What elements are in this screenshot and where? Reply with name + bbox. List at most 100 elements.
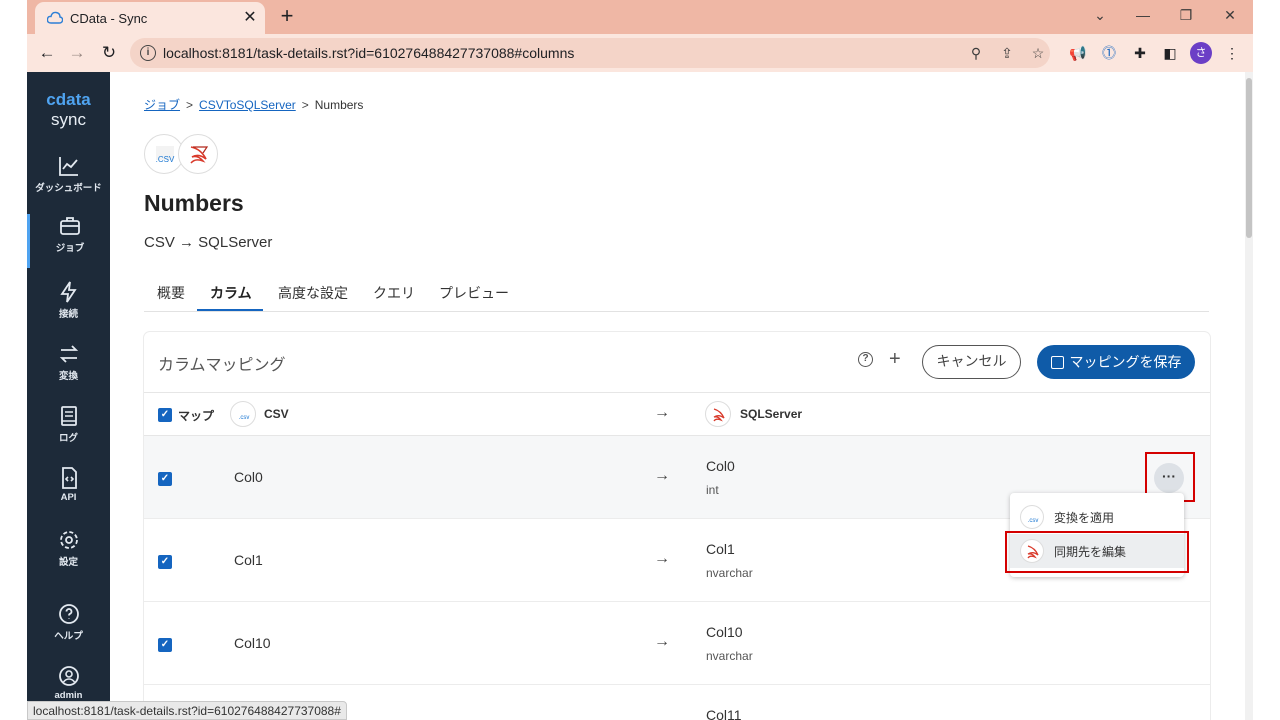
browser-tab[interactable]: CData - Sync ✕ (35, 2, 265, 34)
zoom-icon[interactable]: ⚲ (965, 43, 987, 63)
breadcrumb-jobs-link[interactable]: ジョブ (144, 98, 180, 112)
sidebar-item-settings[interactable]: 設定 (27, 528, 110, 586)
user-icon (58, 666, 79, 686)
sidebar-item-transform[interactable]: 変換 (27, 342, 110, 400)
megaphone-icon[interactable]: 📢 (1067, 43, 1089, 63)
dest-type: int (706, 483, 719, 497)
help-icon[interactable]: ? (858, 352, 873, 367)
dest-column: Col1 (706, 541, 735, 557)
dest-header: SQLServer (740, 407, 803, 421)
password-icon[interactable]: ⓵ (1098, 43, 1120, 63)
sidebar-item-label: ジョブ (55, 243, 85, 254)
page-subtitle: CSV → SQLServer (144, 234, 273, 251)
sidebar-item-jobs[interactable]: ジョブ (27, 214, 110, 268)
briefcase-icon (60, 217, 80, 235)
forward-icon[interactable]: → (65, 41, 89, 65)
svg-text:.CSV: .CSV (156, 155, 175, 164)
new-tab-button[interactable]: + (275, 4, 299, 28)
page-tabs: 概要 カラム 高度な設定 クエリ プレビュー (144, 272, 1209, 312)
breadcrumb-job-link[interactable]: CSVToSQLServer (199, 98, 296, 112)
dest-type: nvarchar (706, 566, 753, 580)
source-header: CSV (264, 407, 289, 421)
back-icon[interactable]: ← (35, 41, 59, 65)
svg-text:.csv: .csv (1028, 518, 1039, 524)
address-bar[interactable]: i localhost:8181/task-details.rst?id=610… (130, 38, 1050, 68)
share-icon[interactable]: ⇪ (996, 43, 1018, 63)
sidebar-item-connections[interactable]: 接続 (27, 280, 110, 338)
dest-column: Col0 (706, 458, 735, 474)
url-text[interactable]: localhost:8181/task-details.rst?id=61027… (163, 45, 574, 61)
sidebar-item-logs[interactable]: ログ (27, 404, 110, 462)
profile-avatar[interactable]: さ (1190, 42, 1212, 64)
tab-query[interactable]: クエリ (373, 283, 415, 303)
tab-columns[interactable]: カラム (210, 283, 252, 303)
tab-close-icon[interactable]: ✕ (240, 8, 260, 28)
menu-item-label: 変換を適用 (1054, 511, 1115, 525)
save-icon (1050, 356, 1064, 369)
map-header: マップ (178, 409, 215, 423)
reload-icon[interactable]: ↻ (97, 41, 121, 65)
puzzle-icon[interactable]: ✚ (1129, 43, 1151, 63)
dest-column: Col11 (706, 707, 742, 720)
sidebar-item-label: 設定 (58, 557, 78, 568)
row-arrow-icon: → (654, 467, 670, 484)
save-label: マッピングを保存 (1069, 354, 1182, 370)
cancel-button[interactable]: キャンセル (922, 345, 1021, 379)
kebab-icon[interactable]: ⋮ (1221, 43, 1243, 63)
highlight-box-edit-destination (1005, 531, 1189, 573)
tab-strip: CData - Sync ✕ + ⌄ — ❐ ✕ (27, 0, 1253, 34)
tab-advanced[interactable]: 高度な設定 (278, 283, 348, 303)
svg-text:.csv: .csv (239, 415, 250, 421)
tab-title: CData - Sync (70, 11, 148, 26)
save-mapping-button[interactable]: マッピングを保存 (1037, 345, 1195, 379)
row-checkbox[interactable]: ✓ (158, 638, 172, 652)
sidebar-item-dashboard[interactable]: ダッシュボード (27, 154, 110, 212)
bolt-icon (59, 281, 77, 303)
page-title: Numbers (144, 190, 244, 216)
csv-mini-icon: .csv (230, 401, 256, 427)
sidebar-item-help[interactable]: ヘルプ (27, 602, 110, 660)
cdata-logo[interactable]: cdata (27, 90, 110, 110)
minimize-icon[interactable]: — (1130, 5, 1156, 25)
sidebar-item-label: ヘルプ (54, 631, 83, 642)
csv-mini-icon: .csv (1020, 505, 1044, 529)
card-header: カラムマッピング ? + キャンセル マッピングを保存 (144, 332, 1210, 393)
add-icon[interactable]: + (889, 348, 901, 371)
code-file-icon (61, 467, 77, 489)
sidebar-item-api[interactable]: API (27, 466, 110, 524)
row-arrow-icon: → (654, 713, 670, 720)
restore-icon[interactable]: ❐ (1173, 5, 1199, 25)
source-column: Col10 (234, 635, 271, 651)
tab-preview[interactable]: プレビュー (439, 283, 509, 303)
dest-type: nvarchar (706, 649, 753, 663)
map-all-checkbox[interactable]: ✓ (158, 408, 172, 422)
sidebar-item-label: API (60, 492, 77, 503)
sidepanel-icon[interactable]: ◧ (1159, 43, 1181, 63)
scrollbar-thumb[interactable] (1246, 78, 1252, 238)
sidebar-item-label: ダッシュボード (35, 183, 102, 194)
browser-window: CData - Sync ✕ + ⌄ — ❐ ✕ ← → ↻ i localho… (27, 0, 1253, 720)
breadcrumb: ジョブ > CSVToSQLServer > Numbers (144, 98, 364, 112)
info-icon[interactable]: i (140, 45, 156, 61)
tab-search-icon[interactable]: ⌄ (1087, 5, 1113, 25)
book-icon (60, 406, 77, 426)
table-row: ✓ Col10 → Col10 nvarchar (144, 602, 1210, 685)
cloud-sync-icon (47, 11, 63, 24)
row-checkbox[interactable]: ✓ (158, 555, 172, 569)
source-column: Col0 (234, 469, 263, 485)
tab-overview[interactable]: 概要 (157, 283, 185, 303)
gear-icon (59, 531, 78, 549)
active-tab-underline (197, 309, 263, 311)
sidebar: cdata sync ダッシュボード ジョブ 接続 変換 ログ API 設定 ヘ… (27, 72, 110, 720)
breadcrumb-current: Numbers (314, 98, 364, 112)
star-icon[interactable]: ☆ (1027, 43, 1049, 63)
menu-item-apply-transform[interactable]: .csv 変換を適用 (1010, 500, 1184, 534)
status-bar-url: localhost:8181/task-details.rst?id=61027… (27, 701, 347, 720)
row-checkbox[interactable]: ✓ (158, 472, 172, 486)
sidebar-item-label: admin (54, 690, 83, 701)
sqlserver-logo (178, 134, 218, 174)
sidebar-item-label: ログ (58, 433, 78, 444)
close-window-icon[interactable]: ✕ (1217, 5, 1243, 25)
sync-logo: sync (51, 110, 86, 129)
sidebar-item-label: 接続 (58, 309, 78, 320)
